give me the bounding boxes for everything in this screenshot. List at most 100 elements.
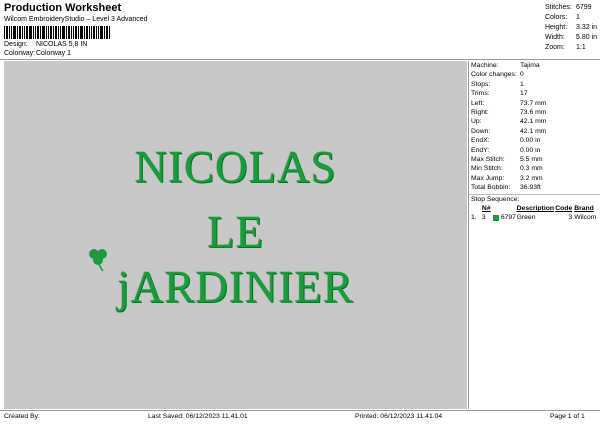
barcode-bar xyxy=(24,26,25,39)
barcode-bar xyxy=(100,26,103,39)
stat-value: 3.2 mm xyxy=(520,174,543,182)
barcode-bar xyxy=(104,26,105,39)
stat-value: 42.1 mm xyxy=(520,127,547,135)
software-subtitle: Wilcom EmbroideryStudio – Level 3 Advanc… xyxy=(4,16,148,23)
barcode-bar xyxy=(46,26,47,39)
summary-row: Zoom: 1:1 xyxy=(545,43,597,53)
stat-label: Down: xyxy=(471,127,491,135)
color-swatch xyxy=(492,214,499,221)
machine-stat-row: Min Stitch: 0.3 mm xyxy=(469,164,600,173)
barcode-bar xyxy=(80,26,83,39)
summary-value: 1:1 xyxy=(576,44,586,51)
stat-label: Color changes: xyxy=(471,71,517,79)
machine-stat-row: Stops: 1 xyxy=(469,80,600,89)
colorway-row: Colorway: Colorway 1 xyxy=(4,50,71,57)
thread-code: 6797 xyxy=(492,213,517,222)
barcode-bar xyxy=(17,26,18,39)
stat-label: Up: xyxy=(471,118,482,126)
barcode-bar xyxy=(91,26,92,39)
summary-stats: Stitches: 6799 Colors: 1 Height: 3.32 in Wi… xyxy=(545,3,597,53)
design-label: Design: xyxy=(4,41,28,48)
barcode-bar xyxy=(42,26,45,39)
barcode-bar xyxy=(19,26,21,39)
stat-label: Machine: xyxy=(471,62,499,69)
summary-label: Height: xyxy=(545,24,568,31)
thread-code-number: 6797 xyxy=(500,214,516,222)
stat-value: 1 xyxy=(520,80,524,88)
shamrock-icon xyxy=(89,249,107,272)
machine-stats: Machine: Tajima Color changes: 0 Stops: 1 Trim… xyxy=(469,61,600,192)
summary-label: Zoom: xyxy=(545,44,565,51)
summary-value: 1 xyxy=(576,14,580,21)
thread-code-short: 3 xyxy=(568,214,573,222)
stat-value: 0.3 mm xyxy=(520,165,543,173)
col-header: Description xyxy=(516,205,555,213)
printed-date: Printed: 06/12/2023 11.41.04 xyxy=(355,413,443,420)
barcode xyxy=(4,26,114,39)
machine-stat-row: Right: 73.6 mm xyxy=(469,108,600,117)
barcode-bar xyxy=(53,26,54,39)
stop-sequence-title: Stop Sequence: xyxy=(469,194,600,204)
barcode-bar xyxy=(109,26,110,39)
barcode-bar xyxy=(40,26,41,39)
barcode-bar xyxy=(4,26,5,39)
barcode-bar xyxy=(29,26,32,39)
design-preview: NICOLAS LE jARDINIER xyxy=(4,61,467,409)
machine-stat-row: Color changes: 0 xyxy=(469,70,600,79)
barcode-bar xyxy=(62,26,65,39)
stat-value: 17 xyxy=(520,90,528,98)
stat-label: Max Jump: xyxy=(471,174,505,182)
machine-stat-row: Down: 42.1 mm xyxy=(469,127,600,136)
barcode-bar xyxy=(33,26,34,39)
stat-label: EndX: xyxy=(471,137,490,145)
stat-label: Left: xyxy=(471,99,485,107)
colorway-label: Colorway: xyxy=(4,50,36,57)
summary-value: 5.80 in xyxy=(576,34,598,41)
barcode-bar xyxy=(37,26,39,39)
stop-sequence-header: N# Description Code Brand xyxy=(469,204,600,213)
summary-row: Stitches: 6799 xyxy=(545,3,597,13)
barcode-bar xyxy=(96,26,97,39)
stat-value: Tajima xyxy=(520,62,540,69)
stat-label: Total Bobbin: xyxy=(471,184,511,192)
stat-label: Stops: xyxy=(471,80,491,88)
barcode-bar xyxy=(75,26,77,39)
summary-label: Width: xyxy=(545,34,565,41)
stop-number: 1. xyxy=(471,214,477,222)
thread-description: Green xyxy=(516,214,536,222)
stat-value: 5.5 mm xyxy=(520,155,543,163)
col-header: Brand xyxy=(574,205,594,213)
stat-label: Right: xyxy=(471,108,489,116)
last-saved: Last Saved: 06/12/2023 11.41.01 xyxy=(148,413,248,420)
stats-panel: Machine: Tajima Color changes: 0 Stops: 1 Trim… xyxy=(468,61,600,409)
barcode-bar xyxy=(9,26,10,39)
summary-row: Width: 5.80 in xyxy=(545,33,597,43)
header-divider xyxy=(0,59,600,60)
barcode-bar xyxy=(89,26,90,39)
summary-row: Height: 3.32 in xyxy=(545,23,597,33)
barcode-bar xyxy=(22,26,23,39)
needle-number: 3 xyxy=(481,214,486,222)
barcode-bar xyxy=(26,26,28,39)
worksheet-header: Production Worksheet Wilcom EmbroiderySt… xyxy=(0,0,600,58)
barcode-bar xyxy=(6,26,8,39)
machine-stat-row: Left: 73.7 mm xyxy=(469,99,600,108)
design-line-3: jARDINIER xyxy=(117,262,354,312)
design-line-2: LE xyxy=(207,207,264,257)
barcode-bar xyxy=(35,26,36,39)
design-value: NICOLAS 5,8 IN xyxy=(36,41,88,48)
machine-stat-row: Trims: 17 xyxy=(469,89,600,98)
summary-label: Colors: xyxy=(545,14,568,21)
stat-label: Trims: xyxy=(471,90,490,98)
barcode-bar xyxy=(71,26,72,39)
machine-stat-row: EndX: 0.00 in xyxy=(469,136,600,145)
page-title: Production Worksheet xyxy=(4,2,122,14)
barcode-bar xyxy=(66,26,67,39)
machine-stat-row: Machine: Tajima xyxy=(469,61,600,70)
machine-stat-row: EndY: 0.00 in xyxy=(469,146,600,155)
col-header: Code xyxy=(555,205,573,213)
barcode-bar xyxy=(84,26,85,39)
barcode-bar xyxy=(78,26,79,39)
summary-value: 6799 xyxy=(576,4,592,11)
barcode-bar xyxy=(55,26,57,39)
